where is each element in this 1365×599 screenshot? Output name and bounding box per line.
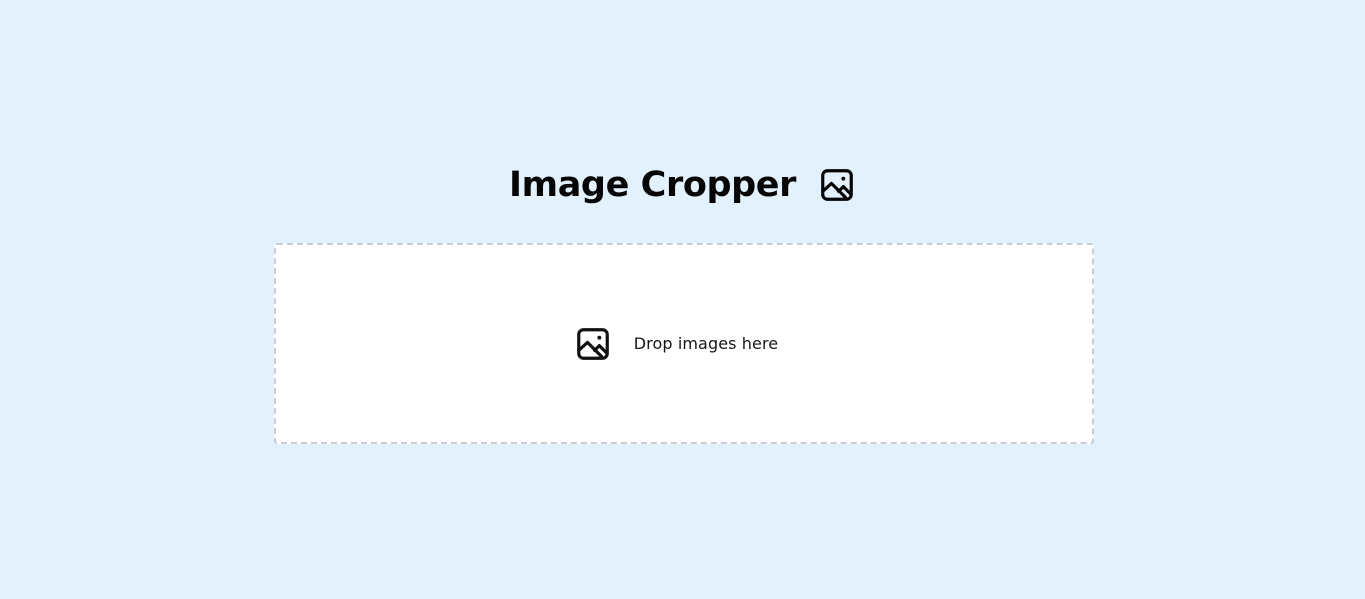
image-dropzone[interactable]: Drop images here — [274, 243, 1094, 444]
dropzone-label: Drop images here — [633, 334, 779, 353]
dropzone-content: Drop images here — [574, 325, 779, 363]
page-header: Image Cropper — [0, 160, 1365, 210]
image-icon — [818, 166, 856, 204]
app-root: Image Cropper Drop images here — [0, 0, 1365, 599]
image-icon — [574, 325, 612, 363]
page-title: Image Cropper — [509, 164, 796, 205]
